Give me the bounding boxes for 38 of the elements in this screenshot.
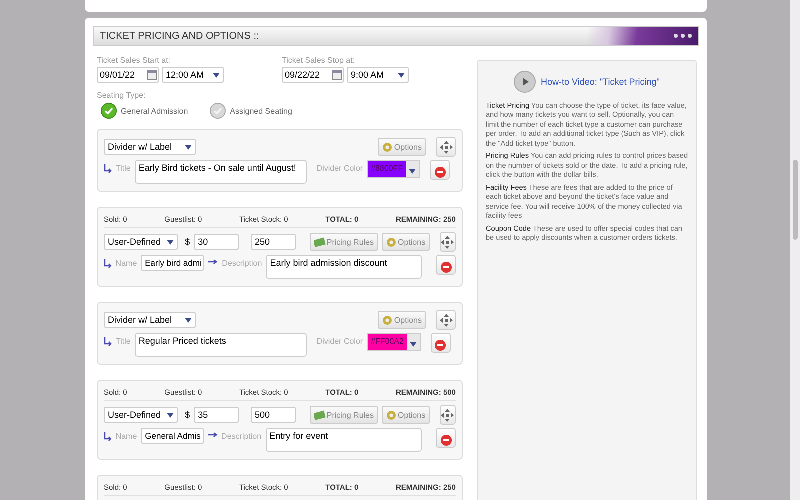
dropdown[interactable]: 12:00 AM <box>162 67 224 83</box>
dropdown[interactable]: User-Defined <box>104 407 178 423</box>
dropdown[interactable]: 9:00 AM <box>347 67 409 83</box>
color-picker[interactable]: #FF00A2 <box>367 333 421 351</box>
field-label: Seating Type: <box>97 91 147 100</box>
field-label: Divider Color <box>316 337 364 346</box>
radio-option[interactable]: General Admission <box>101 103 188 119</box>
field-label: Ticket Sales Stop at: <box>282 56 356 65</box>
name-field[interactable]: General Admis <box>141 428 204 444</box>
field-label: Description <box>222 432 262 441</box>
dropdown[interactable]: User-Defined <box>104 234 178 250</box>
description-field[interactable]: Early bird admission discount <box>266 255 422 279</box>
quantity-field[interactable]: 250 <box>251 234 296 250</box>
name-field[interactable]: Early bird admi <box>141 255 204 271</box>
currency-symbol: $ <box>185 410 190 420</box>
video-link[interactable]: How-to Video: "Ticket Pricing" <box>541 77 660 87</box>
field-label: Title <box>116 164 131 173</box>
field-label: Name <box>116 432 138 441</box>
currency-symbol: $ <box>185 237 190 247</box>
price-field[interactable]: 35 <box>194 407 239 423</box>
dropdown[interactable]: Divider w/ Label <box>104 139 196 155</box>
field-label: Title <box>116 337 131 346</box>
section-title: TICKET PRICING AND OPTIONS :: <box>99 30 260 42</box>
dropdown[interactable]: Divider w/ Label <box>104 312 196 328</box>
quantity-field[interactable]: 500 <box>251 407 296 423</box>
date-field[interactable]: 09/01/22 <box>97 67 159 83</box>
price-field[interactable]: 30 <box>194 234 239 250</box>
date-field[interactable]: 09/22/22 <box>282 67 344 83</box>
title-field[interactable]: Regular Priced tickets <box>134 333 307 357</box>
field-label: Description <box>222 259 262 268</box>
field-label: Divider Color <box>316 164 364 173</box>
description-field[interactable]: Entry for event <box>266 428 422 452</box>
color-swatch: #FF00A2 <box>368 334 407 350</box>
color-swatch: #8800FF <box>368 161 406 177</box>
field-label: Ticket Sales Start at: <box>97 56 172 65</box>
title-field[interactable]: Early Bird tickets - On sale until August! <box>134 160 307 184</box>
radio-option[interactable]: Assigned Seating <box>210 103 292 119</box>
field-label: Name <box>116 259 138 268</box>
